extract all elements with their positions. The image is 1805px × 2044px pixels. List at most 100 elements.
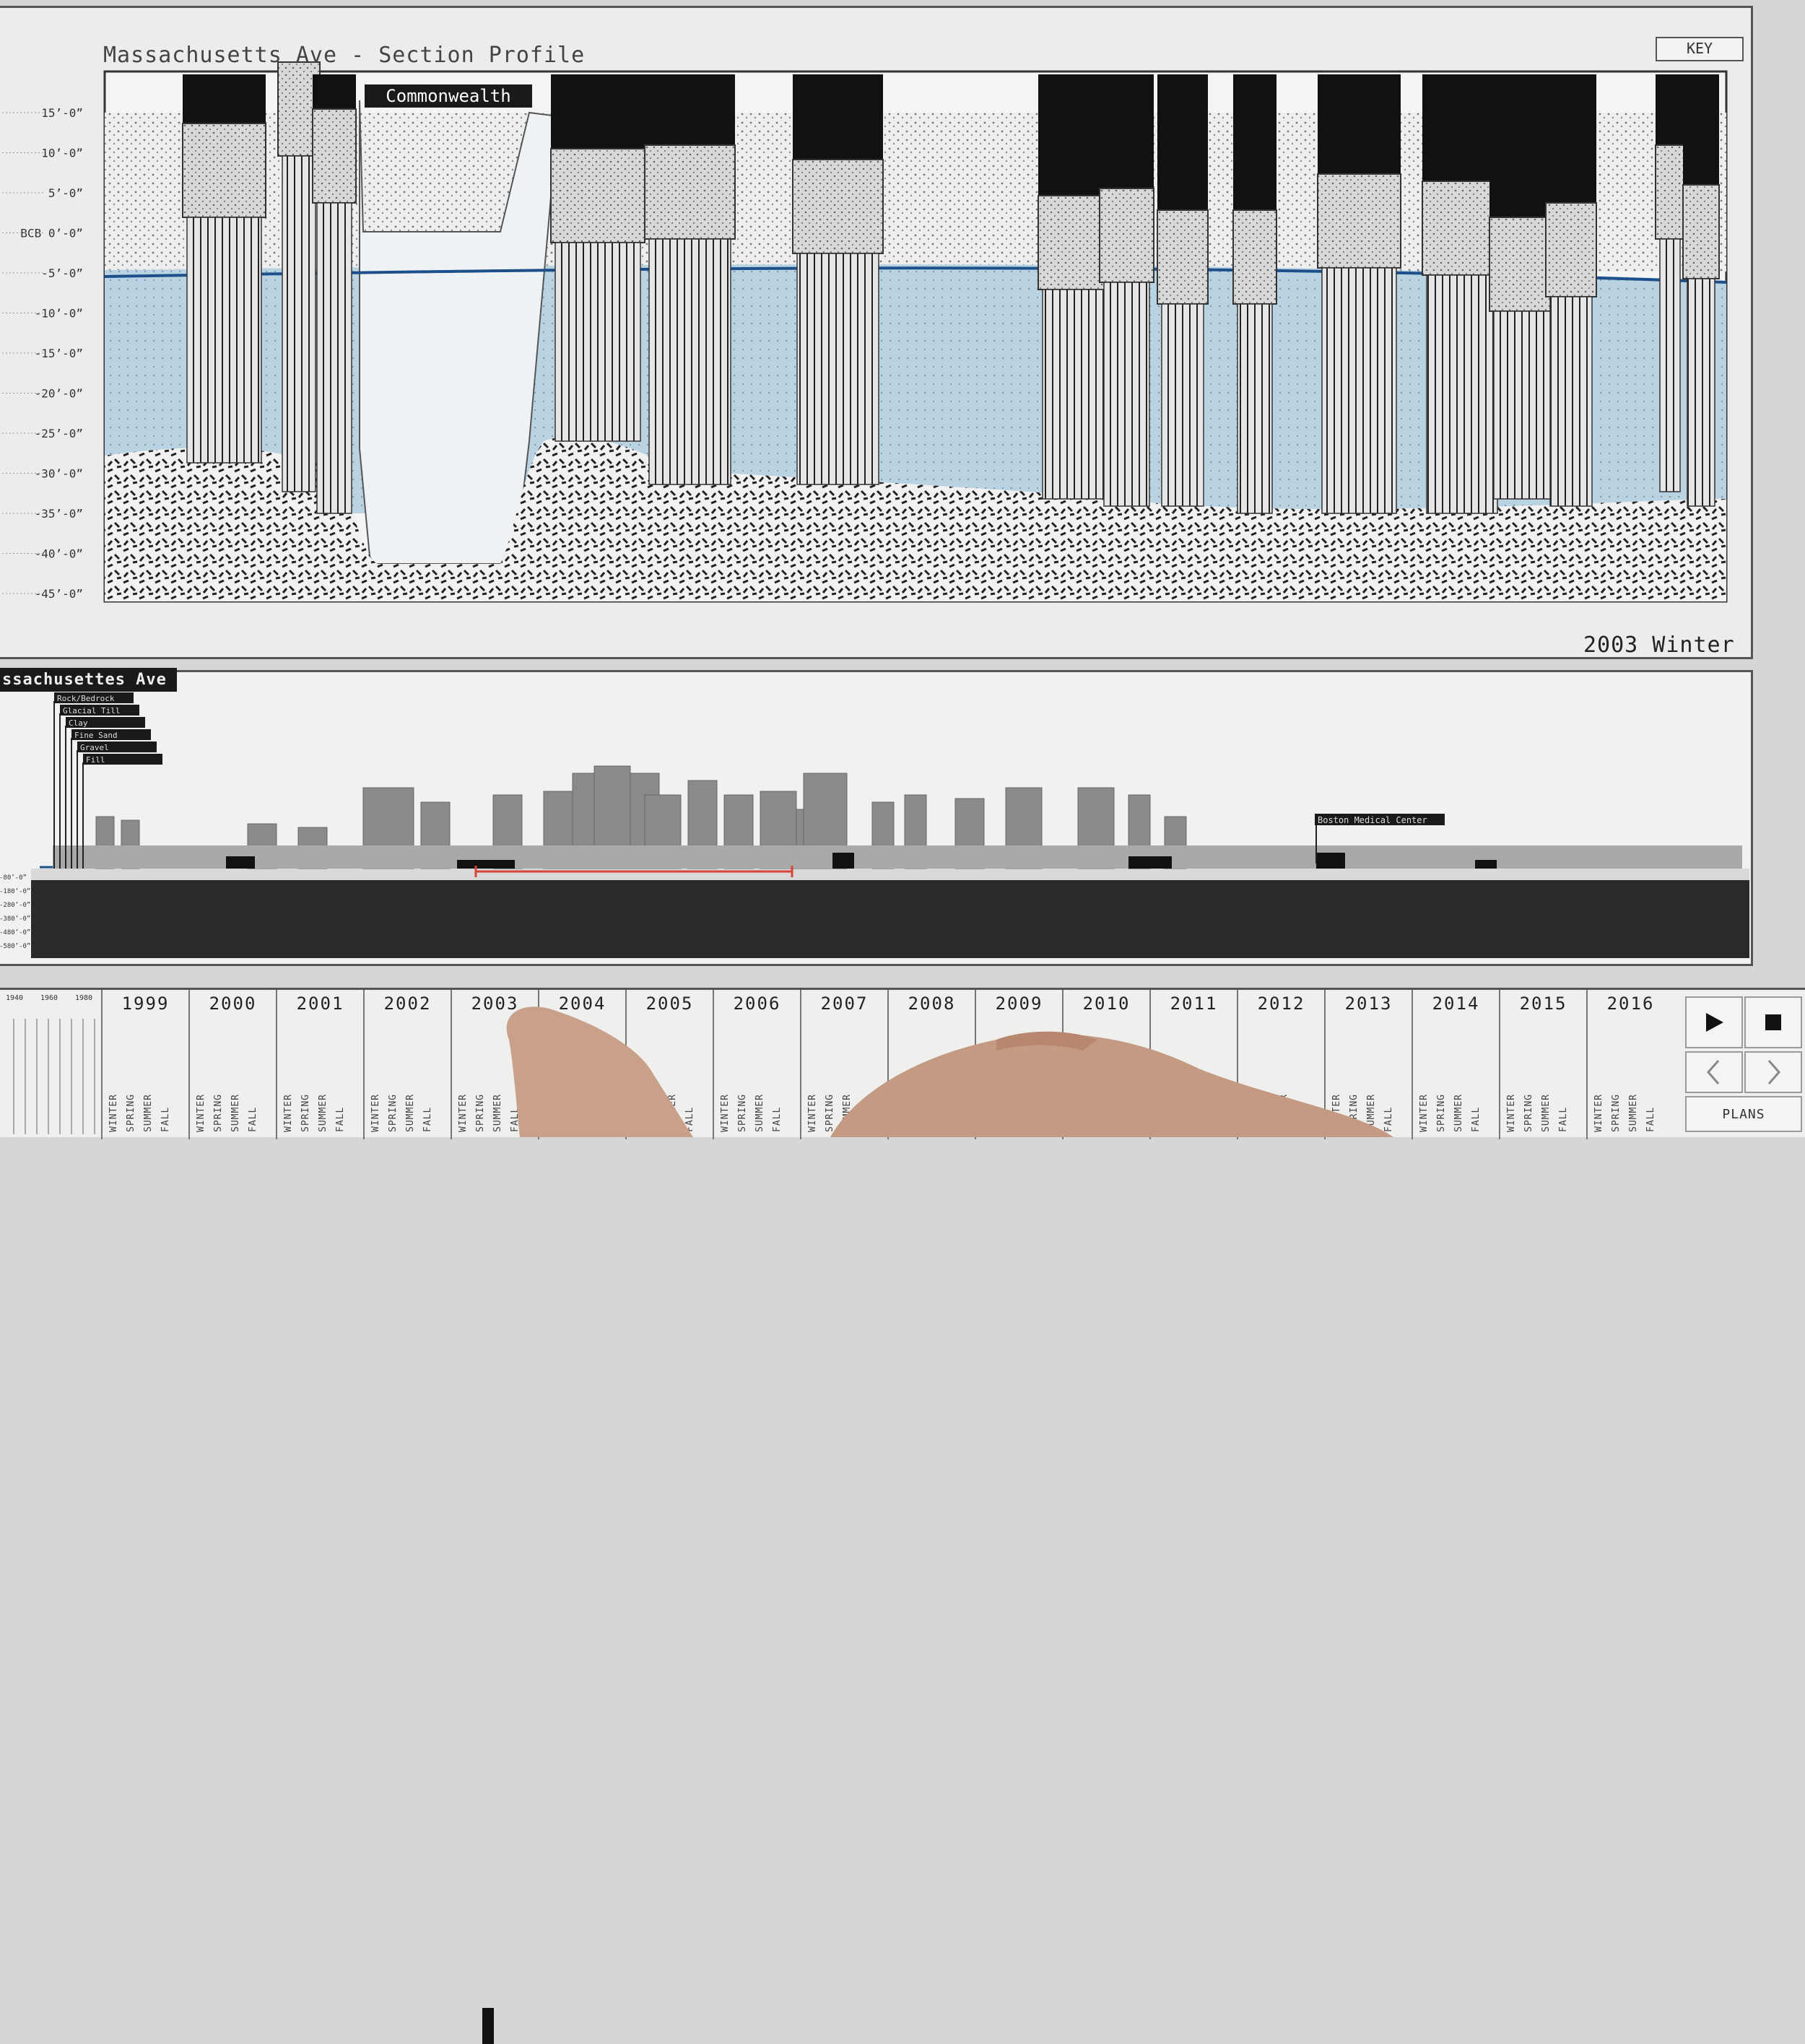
season-fall[interactable]: FALL — [335, 1094, 349, 1132]
season-winter[interactable]: WINTER — [720, 1094, 734, 1132]
year-column-2015[interactable]: 2015 WINTER SPRING SUMMER FALL — [1499, 990, 1586, 1139]
year-column-2001[interactable]: 2001 WINTER SPRING SUMMER FALL — [276, 990, 363, 1139]
play-button[interactable] — [1685, 996, 1743, 1048]
year-column-2008[interactable]: 2008 WINTER SPRING SUMMER FALL — [887, 990, 975, 1139]
season-winter[interactable]: WINTER — [807, 1094, 822, 1132]
season-summer[interactable]: SUMMER — [1279, 1094, 1293, 1132]
season-spring[interactable]: SPRING — [825, 1094, 839, 1132]
season-fall[interactable]: FALL — [1471, 1094, 1485, 1132]
season-fall[interactable]: FALL — [1121, 1094, 1136, 1132]
season-fall[interactable]: FALL — [422, 1094, 437, 1132]
season-winter[interactable]: WINTER — [1069, 1094, 1084, 1132]
season-summer[interactable]: SUMMER — [1541, 1094, 1555, 1132]
season-spring[interactable]: SPRING — [912, 1094, 926, 1132]
season-winter[interactable]: WINTER — [1419, 1094, 1433, 1132]
year-column-2009[interactable]: 2009 WINTER SPRING SUMMER FALL — [975, 990, 1062, 1139]
season-spring[interactable]: SPRING — [126, 1094, 140, 1132]
depth-tick-label: -180’-0” — [0, 888, 30, 895]
season-winter[interactable]: WINTER — [108, 1094, 123, 1132]
season-summer[interactable]: SUMMER — [1017, 1094, 1031, 1132]
season-fall[interactable]: FALL — [947, 1094, 961, 1132]
year-column-2012[interactable]: 2012 WINTER SPRING SUMMER FALL — [1237, 990, 1324, 1139]
season-winter[interactable]: WINTER — [632, 1094, 647, 1132]
season-fall[interactable]: FALL — [1209, 1094, 1223, 1132]
season-fall[interactable]: FALL — [510, 1094, 524, 1132]
stop-button[interactable] — [1744, 996, 1802, 1048]
season-winter[interactable]: WINTER — [1157, 1094, 1171, 1132]
season-spring[interactable]: SPRING — [1436, 1094, 1450, 1132]
year-column-2006[interactable]: 2006 WINTER SPRING SUMMER FALL — [713, 990, 800, 1139]
season-summer[interactable]: SUMMER — [230, 1094, 245, 1132]
season-summer[interactable]: SUMMER — [318, 1094, 332, 1132]
season-winter[interactable]: WINTER — [370, 1094, 385, 1132]
season-spring[interactable]: SPRING — [999, 1094, 1014, 1132]
time-cursor-marker[interactable] — [482, 2008, 494, 2044]
season-spring[interactable]: SPRING — [1523, 1094, 1538, 1132]
season-spring[interactable]: SPRING — [300, 1094, 315, 1132]
season-fall[interactable]: FALL — [1296, 1094, 1310, 1132]
plans-button[interactable]: PLANS — [1685, 1096, 1802, 1132]
season-fall[interactable]: FALL — [859, 1094, 874, 1132]
season-fall[interactable]: FALL — [1034, 1094, 1048, 1132]
year-column-2002[interactable]: 2002 WINTER SPRING SUMMER FALL — [363, 990, 451, 1139]
year-column-2013[interactable]: 2013 WINTER SPRING SUMMER FALL — [1324, 990, 1412, 1139]
year-column-2005[interactable]: 2005 WINTER SPRING SUMMER FALL — [625, 990, 713, 1139]
season-winter[interactable]: WINTER — [1244, 1094, 1258, 1132]
year-column-2016[interactable]: 2016 WINTER SPRING SUMMER FALL — [1586, 990, 1674, 1139]
previous-button[interactable] — [1685, 1051, 1743, 1093]
season-winter[interactable]: WINTER — [1593, 1094, 1608, 1132]
season-fall[interactable]: FALL — [160, 1094, 175, 1132]
season-summer[interactable]: SUMMER — [754, 1094, 769, 1132]
season-fall[interactable]: FALL — [1383, 1094, 1398, 1132]
season-fall[interactable]: FALL — [684, 1094, 699, 1132]
season-spring[interactable]: SPRING — [1261, 1094, 1276, 1132]
season-summer[interactable]: SUMMER — [405, 1094, 419, 1132]
season-spring[interactable]: SPRING — [650, 1094, 664, 1132]
season-winter[interactable]: WINTER — [1506, 1094, 1521, 1132]
year-column-2007[interactable]: 2007 WINTER SPRING SUMMER FALL — [800, 990, 887, 1139]
year-column-2003[interactable]: 2003 WINTER SPRING SUMMER FALL — [451, 990, 538, 1139]
season-winter[interactable]: WINTER — [982, 1094, 996, 1132]
season-spring[interactable]: SPRING — [1611, 1094, 1625, 1132]
season-summer[interactable]: SUMMER — [1628, 1094, 1643, 1132]
season-spring[interactable]: SPRING — [1174, 1094, 1188, 1132]
season-fall[interactable]: FALL — [248, 1094, 262, 1132]
season-summer[interactable]: SUMMER — [1191, 1094, 1206, 1132]
season-spring[interactable]: SPRING — [1349, 1094, 1363, 1132]
season-summer[interactable]: SUMMER — [580, 1094, 594, 1132]
year-column-1999[interactable]: 1999 WINTER SPRING SUMMER FALL — [101, 990, 188, 1139]
season-summer[interactable]: SUMMER — [667, 1094, 682, 1132]
season-spring[interactable]: SPRING — [388, 1094, 402, 1132]
year-column-2011[interactable]: 2011 WINTER SPRING SUMMER FALL — [1149, 990, 1237, 1139]
season-winter[interactable]: WINTER — [545, 1094, 560, 1132]
pile-group — [282, 155, 316, 492]
year-column-2004[interactable]: 2004 WINTER SPRING SUMMER FALL — [538, 990, 625, 1139]
season-spring[interactable]: SPRING — [213, 1094, 227, 1132]
season-winter[interactable]: WINTER — [196, 1094, 210, 1132]
season-spring[interactable]: SPRING — [562, 1094, 577, 1132]
season-spring[interactable]: SPRING — [737, 1094, 752, 1132]
season-summer[interactable]: SUMMER — [143, 1094, 157, 1132]
season-spring[interactable]: SPRING — [1087, 1094, 1101, 1132]
season-fall[interactable]: FALL — [772, 1094, 786, 1132]
season-winter[interactable]: WINTER — [895, 1094, 909, 1132]
season-winter[interactable]: WINTER — [458, 1094, 472, 1132]
season-winter[interactable]: WINTER — [1331, 1094, 1346, 1132]
key-button[interactable]: KEY — [1656, 37, 1744, 61]
season-summer[interactable]: SUMMER — [842, 1094, 856, 1132]
season-fall[interactable]: FALL — [1558, 1094, 1573, 1132]
year-column-2000[interactable]: 2000 WINTER SPRING SUMMER FALL — [188, 990, 276, 1139]
year-column-2010[interactable]: 2010 WINTER SPRING SUMMER FALL — [1062, 990, 1149, 1139]
season-fall[interactable]: FALL — [1645, 1094, 1660, 1132]
year-column-2014[interactable]: 2014 WINTER SPRING SUMMER FALL — [1412, 990, 1499, 1139]
season-summer[interactable]: SUMMER — [492, 1094, 507, 1132]
season-spring[interactable]: SPRING — [475, 1094, 490, 1132]
season-winter[interactable]: WINTER — [283, 1094, 297, 1132]
season-list: WINTER SPRING SUMMER FALL — [1244, 1094, 1310, 1132]
season-summer[interactable]: SUMMER — [1366, 1094, 1380, 1132]
season-summer[interactable]: SUMMER — [1453, 1094, 1468, 1132]
season-fall[interactable]: FALL — [597, 1094, 612, 1132]
season-summer[interactable]: SUMMER — [929, 1094, 944, 1132]
next-button[interactable] — [1744, 1051, 1802, 1093]
season-summer[interactable]: SUMMER — [1104, 1094, 1118, 1132]
